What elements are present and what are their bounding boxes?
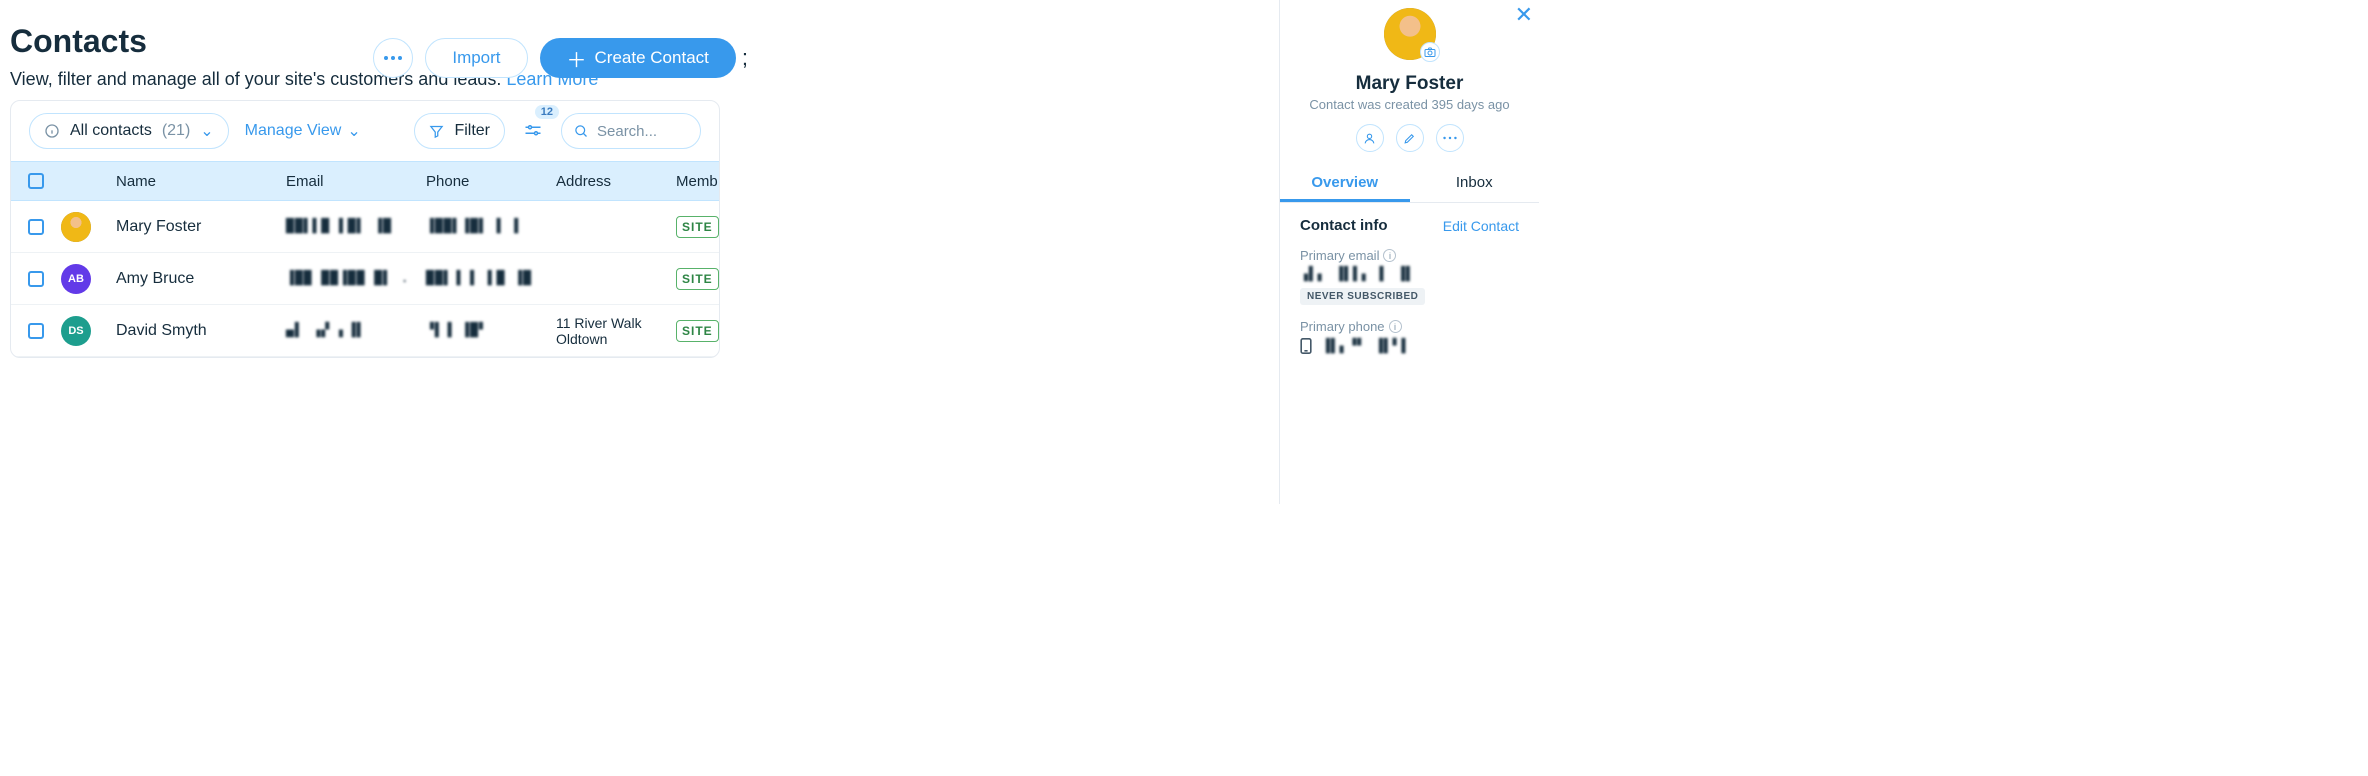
stray-semicolon: ; [742, 45, 748, 71]
sliders-icon [524, 124, 542, 138]
more-actions-button[interactable] [373, 38, 413, 78]
person-icon [1363, 132, 1376, 145]
mobile-icon [1300, 338, 1312, 354]
member-badge: SITE [676, 216, 719, 238]
row-checkbox[interactable] [28, 219, 44, 235]
table-header: Name Email Phone Address Memb [11, 161, 719, 201]
panel-created-line: Contact was created 395 days ago [1280, 97, 1539, 112]
close-icon[interactable]: ✕ [1515, 4, 1533, 26]
create-contact-button[interactable]: ＋ Create Contact [540, 38, 736, 78]
row-email: ▐██ ██▐██ █▌ . [286, 271, 426, 286]
edit-action-button[interactable] [1396, 124, 1424, 152]
row-address: 11 River Walk Oldtown [556, 315, 676, 347]
filter-button[interactable]: Filter [414, 113, 505, 149]
row-phone: ▝▌▐ ▐█▘ [426, 323, 556, 338]
info-icon: i [1389, 320, 1402, 333]
avatar [61, 212, 91, 242]
columns-count-badge: 12 [535, 105, 559, 119]
column-phone: Phone [426, 173, 556, 190]
contact-info-title: Contact info [1300, 217, 1388, 234]
camera-icon [1424, 47, 1436, 57]
search-box[interactable] [561, 113, 701, 149]
filter-label: Filter [454, 122, 490, 140]
avatar: AB [61, 264, 91, 294]
info-icon [44, 123, 60, 139]
row-name: David Smyth [116, 322, 286, 340]
table-row[interactable]: AB Amy Bruce ▐██ ██▐██ █▌ . ██▌▐ ▌ ▌█ ▐█… [11, 253, 719, 305]
panel-contact-name: Mary Foster [1280, 73, 1539, 95]
more-icon [1443, 136, 1457, 140]
row-phone: ██▌▐ ▌ ▌█ ▐█ [426, 271, 556, 286]
pencil-icon [1403, 132, 1416, 145]
row-email: ▄▌ ▗▞ ▖▐▌ [286, 323, 426, 338]
tab-inbox[interactable]: Inbox [1410, 166, 1540, 202]
create-contact-label: Create Contact [595, 48, 709, 68]
column-member: Memb [676, 173, 720, 190]
scope-count: (21) [162, 122, 190, 140]
change-photo-button[interactable] [1420, 42, 1440, 62]
row-checkbox[interactable] [28, 271, 44, 287]
primary-email-label: Primary email i [1300, 248, 1519, 263]
search-icon [574, 124, 589, 139]
import-button[interactable]: Import [425, 38, 527, 78]
more-icon [384, 56, 402, 60]
member-badge: SITE [676, 268, 719, 290]
row-phone: ▐██▌▐█▌ ▌ ▌ [426, 219, 556, 234]
table-row[interactable]: Mary Foster ██▌▌█ ▌█▌ ▐█ ▐██▌▐█▌ ▌ ▌ SIT… [11, 201, 719, 253]
search-input[interactable] [597, 123, 687, 140]
row-name: Amy Bruce [116, 270, 286, 288]
chevron-down-icon: ⌄ [200, 121, 213, 141]
row-email: ██▌▌█ ▌█▌ ▐█ [286, 219, 426, 234]
import-button-label: Import [452, 48, 500, 68]
row-name: Mary Foster [116, 218, 286, 236]
more-action-button[interactable] [1436, 124, 1464, 152]
subscription-badge: NEVER SUBSCRIBED [1300, 288, 1425, 305]
primary-phone-value: ▐▌▖▝▘ ▐▌▘▌ [1322, 339, 1410, 354]
manage-view-link[interactable]: Manage View ⌄ [245, 121, 361, 141]
tab-overview[interactable]: Overview [1280, 166, 1410, 202]
info-icon: i [1383, 249, 1396, 262]
funnel-icon [429, 124, 444, 139]
member-badge: SITE [676, 320, 719, 342]
contact-side-panel: ✕ Mary Foster Contact was created 395 da… [1279, 0, 1539, 504]
table-row[interactable]: DS David Smyth ▄▌ ▗▞ ▖▐▌ ▝▌▐ ▐█▘ 11 Rive… [11, 305, 719, 357]
primary-email-value: ▗▌▖ ▐▌▌▖ ▌ ▐▌ [1300, 267, 1519, 282]
primary-phone-label: Primary phone i [1300, 319, 1519, 334]
chevron-down-icon: ⌄ [347, 121, 360, 141]
scope-label: All contacts [70, 122, 152, 140]
plus-icon: ＋ [567, 44, 587, 73]
contacts-card: All contacts (21) ⌄ Manage View ⌄ Filter… [10, 100, 720, 358]
scope-dropdown[interactable]: All contacts (21) ⌄ [29, 113, 229, 149]
edit-contact-link[interactable]: Edit Contact [1443, 218, 1519, 234]
manage-view-label: Manage View [245, 122, 342, 140]
row-checkbox[interactable] [28, 323, 44, 339]
select-all-checkbox[interactable] [28, 173, 44, 189]
column-email: Email [286, 173, 426, 190]
avatar: DS [61, 316, 91, 346]
column-name: Name [116, 173, 286, 190]
column-address: Address [556, 173, 676, 190]
person-action-button[interactable] [1356, 124, 1384, 152]
